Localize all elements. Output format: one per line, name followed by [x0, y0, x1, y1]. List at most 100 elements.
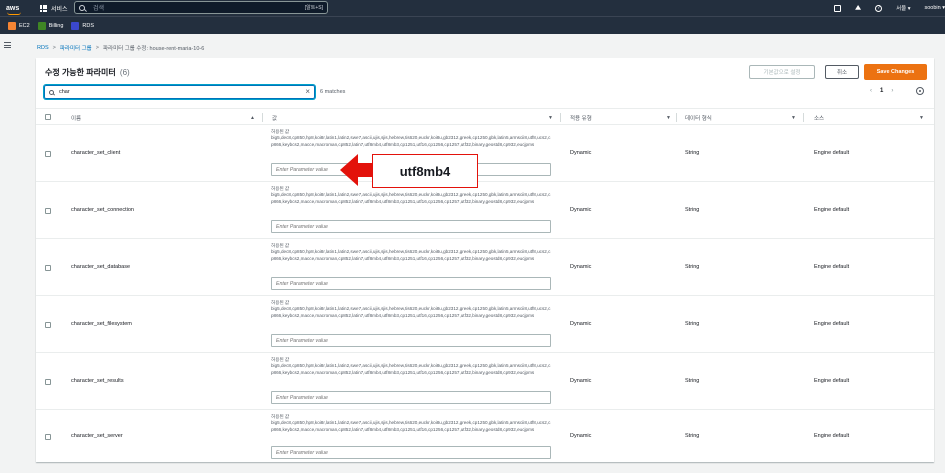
- reset-to-default-button[interactable]: 기본값으로 설정: [749, 65, 815, 79]
- favorite-rds[interactable]: RDS: [71, 21, 94, 30]
- aws-logo[interactable]: aws: [6, 5, 28, 15]
- favorite-billing[interactable]: Billing: [37, 21, 63, 30]
- source: Engine default: [814, 378, 850, 384]
- allowed-values: big5,dec8,cp850,hp8,koi8r,latin1,latin2,…: [271, 249, 551, 261]
- column-apply-type[interactable]: 적용 유형: [570, 114, 592, 122]
- data-type: String: [685, 264, 700, 270]
- data-type: String: [685, 207, 700, 213]
- parameter-value-input[interactable]: [271, 334, 551, 347]
- column-value[interactable]: 값: [272, 114, 277, 122]
- allowed-values: big5,dec8,cp850,hp8,koi8r,latin1,latin2,…: [271, 135, 551, 147]
- parameter-value-input[interactable]: [271, 220, 551, 233]
- column-divider[interactable]: [560, 113, 561, 122]
- annotation-arrow-icon: [340, 154, 374, 186]
- account-menu[interactable]: soobin ▾: [925, 5, 945, 11]
- rds-icon: [71, 21, 80, 30]
- apply-type: Dynamic: [570, 264, 592, 270]
- allowed-values: big5,dec8,cp850,hp8,koi8r,latin1,latin2,…: [271, 192, 551, 204]
- column-source[interactable]: 소스: [814, 114, 824, 122]
- row-checkbox[interactable]: [45, 322, 51, 328]
- panel-title: 수정 가능한 파라미터: [45, 68, 116, 77]
- parameter-count: (6): [119, 68, 130, 77]
- table-row[interactable]: character_set_database 허용된 값 big5,dec8,c…: [36, 239, 934, 296]
- parameters-panel: 수정 가능한 파라미터 (6) 기본값으로 설정 취소 Save Changes…: [36, 58, 934, 462]
- billing-icon: [37, 21, 46, 30]
- allowed-values: big5,dec8,cp850,hp8,koi8r,latin1,latin2,…: [271, 363, 551, 375]
- services-grid-icon[interactable]: [40, 4, 47, 12]
- column-divider[interactable]: [803, 113, 804, 122]
- favorites-bar: EC2 Billing RDS: [0, 16, 945, 34]
- data-type: String: [685, 150, 700, 156]
- breadcrumb-rds[interactable]: RDS: [37, 45, 49, 51]
- table-row[interactable]: character_set_server 허용된 값 big5,dec8,cp8…: [36, 410, 934, 462]
- cloudshell-icon[interactable]: [834, 4, 842, 12]
- sort-icon[interactable]: ▼: [919, 115, 924, 121]
- row-checkbox[interactable]: [45, 151, 51, 157]
- search-icon: [49, 89, 54, 95]
- table-header: 이름 ▲ 값 ▼ 적용 유형 ▼ 데이터 형식 ▼ 소스 ▼: [36, 108, 934, 125]
- column-name[interactable]: 이름: [71, 114, 81, 122]
- parameter-name: character_set_database: [71, 264, 131, 270]
- favorite-ec2[interactable]: EC2: [8, 21, 30, 30]
- clear-filter-icon[interactable]: ×: [305, 88, 310, 96]
- region-selector[interactable]: 서울 ▾: [896, 4, 910, 12]
- save-changes-button[interactable]: Save Changes: [864, 64, 927, 80]
- apply-type: Dynamic: [570, 207, 592, 213]
- column-divider[interactable]: [676, 113, 677, 122]
- global-search-input[interactable]: 검색 [알트+S]: [74, 1, 328, 14]
- parameter-value-input[interactable]: [271, 446, 551, 459]
- cancel-button[interactable]: 취소: [825, 65, 859, 79]
- parameter-name: character_set_client: [71, 150, 121, 156]
- page-title: 수정 가능한 파라미터 (6): [45, 67, 130, 78]
- services-menu[interactable]: 서비스: [51, 4, 68, 13]
- table-row[interactable]: character_set_client 허용된 값 big5,dec8,cp8…: [36, 125, 934, 182]
- parameter-value-input[interactable]: [271, 391, 551, 404]
- source: Engine default: [814, 321, 850, 327]
- search-shortcut: [알트+S]: [304, 5, 323, 11]
- source: Engine default: [814, 150, 850, 156]
- sort-ascending-icon[interactable]: ▲: [250, 115, 255, 121]
- row-checkbox[interactable]: [45, 265, 51, 271]
- allowed-values: big5,dec8,cp850,hp8,koi8r,latin1,latin2,…: [271, 306, 551, 318]
- table-settings-icon[interactable]: [916, 87, 924, 95]
- top-right-controls: ? 서울 ▾ soobin ▾: [834, 0, 945, 16]
- table-row[interactable]: character_set_filesystem 허용된 값 big5,dec8…: [36, 296, 934, 353]
- menu-icon[interactable]: [4, 42, 11, 48]
- annotation-callout: utf8mb4: [372, 154, 478, 188]
- breadcrumb-parameter-groups[interactable]: 파라미터 그룹: [60, 44, 92, 52]
- data-type: String: [685, 433, 700, 439]
- column-divider[interactable]: [262, 113, 263, 122]
- pagination: ‹ 1 ›: [870, 88, 893, 94]
- apply-type: Dynamic: [570, 321, 592, 327]
- sort-icon[interactable]: ▼: [791, 115, 796, 121]
- source: Engine default: [814, 264, 850, 270]
- apply-type: Dynamic: [570, 150, 592, 156]
- data-type: String: [685, 378, 700, 384]
- search-placeholder: 검색: [93, 6, 105, 12]
- select-all-checkbox[interactable]: [45, 114, 51, 120]
- next-page-icon[interactable]: ›: [891, 88, 893, 94]
- match-count: 6 matches: [320, 89, 346, 95]
- apply-type: Dynamic: [570, 378, 592, 384]
- parameter-value-input[interactable]: [271, 277, 551, 290]
- column-data-type[interactable]: 데이터 형식: [685, 114, 712, 122]
- sort-icon[interactable]: ▼: [666, 115, 671, 121]
- source: Engine default: [814, 433, 850, 439]
- sort-icon[interactable]: ▼: [548, 115, 553, 121]
- parameter-name: character_set_results: [71, 378, 124, 384]
- table-row[interactable]: character_set_connection 허용된 값 big5,dec8…: [36, 182, 934, 239]
- current-page[interactable]: 1: [880, 88, 883, 94]
- previous-page-icon[interactable]: ‹: [870, 88, 872, 94]
- filter-search-box: ×: [44, 85, 315, 99]
- data-type: String: [685, 321, 700, 327]
- source: Engine default: [814, 207, 850, 213]
- row-checkbox[interactable]: [45, 434, 51, 440]
- row-checkbox[interactable]: [45, 208, 51, 214]
- apply-type: Dynamic: [570, 433, 592, 439]
- parameter-name: character_set_connection: [71, 207, 134, 213]
- table-row[interactable]: character_set_results 허용된 값 big5,dec8,cp…: [36, 353, 934, 410]
- row-checkbox[interactable]: [45, 379, 51, 385]
- filter-input[interactable]: [59, 89, 306, 95]
- notifications-icon[interactable]: [855, 5, 862, 10]
- help-icon[interactable]: ?: [875, 4, 883, 12]
